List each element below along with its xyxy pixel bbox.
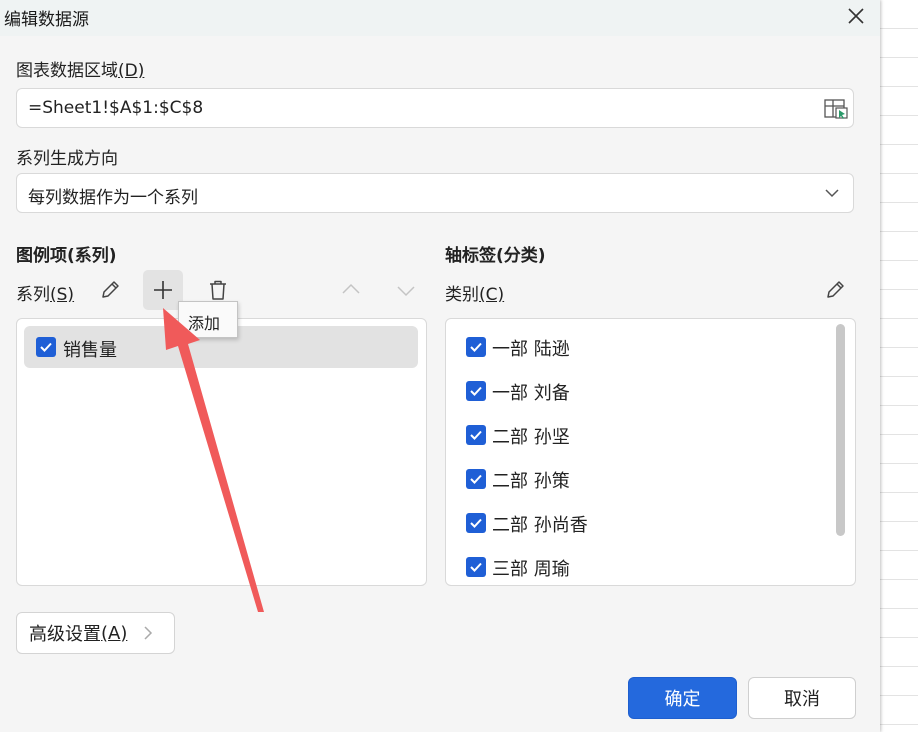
chevron-up-icon [342, 283, 360, 294]
category-item-label: 二部 孙坚 [492, 427, 570, 448]
chevron-down-icon [397, 286, 415, 297]
series-direction-label: 系列生成方向 [16, 149, 118, 169]
category-checkbox[interactable] [466, 425, 486, 445]
check-icon [40, 342, 52, 352]
edit-series-button[interactable] [90, 270, 130, 310]
add-tooltip: 添加 [178, 301, 238, 338]
spreadsheet-background [880, 0, 918, 732]
category-checkbox[interactable] [466, 469, 486, 489]
axis-section-title: 轴标签(分类) [445, 246, 546, 266]
category-scrollbar[interactable] [836, 324, 845, 536]
series-label: 系列(S) [16, 285, 75, 305]
check-icon [470, 562, 482, 572]
check-icon [470, 342, 482, 352]
check-icon [470, 518, 482, 528]
check-icon [470, 430, 482, 440]
close-icon [848, 8, 864, 24]
category-checkbox[interactable] [466, 513, 486, 533]
pencil-icon [102, 281, 119, 298]
category-list: 一部 陆逊 一部 刘备 二部 孙坚 二部 孙策 二部 孙尚香 三部 周瑜 [445, 318, 856, 586]
category-item[interactable]: 二部 孙尚香 [446, 501, 826, 545]
series-checkbox[interactable] [36, 337, 56, 357]
series-list: 销售量 [16, 318, 427, 586]
category-item[interactable]: 一部 刘备 [446, 369, 826, 413]
move-up-button[interactable] [331, 270, 371, 310]
close-button[interactable] [838, 0, 874, 34]
category-checkbox[interactable] [466, 557, 486, 577]
edit-category-button[interactable] [815, 270, 855, 310]
pencil-icon [827, 281, 844, 298]
series-direction-select[interactable]: 每列数据作为一个系列 [16, 173, 854, 213]
category-item[interactable]: 二部 孙坚 [446, 413, 826, 457]
add-series-button[interactable] [143, 270, 183, 310]
category-item-label: 二部 孙策 [492, 471, 570, 492]
series-item-label: 销售量 [63, 340, 117, 361]
dialog-titlebar: 编辑数据源 [0, 0, 880, 36]
category-item-label: 三部 周瑜 [492, 559, 570, 580]
dialog-title: 编辑数据源 [4, 10, 89, 30]
category-checkbox[interactable] [466, 337, 486, 357]
data-range-input[interactable]: =Sheet1!$A$1:$C$8 [16, 88, 854, 128]
plus-icon [154, 281, 172, 299]
category-item-label: 二部 孙尚香 [492, 515, 588, 536]
check-icon [470, 474, 482, 484]
category-checkbox[interactable] [466, 381, 486, 401]
range-select-icon[interactable] [823, 97, 849, 121]
legend-section-title: 图例项(系列) [16, 246, 117, 266]
advanced-settings-button[interactable]: 高级设置 (A) [16, 612, 175, 654]
check-icon [470, 386, 482, 396]
chevron-right-icon [144, 626, 153, 640]
category-item[interactable]: 一部 陆逊 [446, 325, 826, 369]
edit-data-source-dialog: 编辑数据源 图表数据区域(D) =Sheet1!$A$1:$C$8 系列生成方向… [0, 0, 880, 732]
category-item-label: 一部 刘备 [492, 383, 570, 404]
category-item-label: 一部 陆逊 [492, 339, 570, 360]
chevron-down-icon [825, 189, 839, 198]
ok-button[interactable]: 确定 [628, 677, 737, 719]
move-down-button[interactable] [386, 270, 426, 310]
cancel-button[interactable]: 取消 [748, 677, 856, 719]
data-range-value: =Sheet1!$A$1:$C$8 [28, 98, 204, 118]
data-range-label: 图表数据区域(D) [16, 61, 145, 81]
category-item[interactable]: 二部 孙策 [446, 457, 826, 501]
category-label: 类别(C) [445, 285, 505, 305]
series-direction-value: 每列数据作为一个系列 [28, 188, 198, 208]
category-item[interactable]: 三部 周瑜 [446, 545, 826, 585]
trash-icon [210, 280, 226, 300]
